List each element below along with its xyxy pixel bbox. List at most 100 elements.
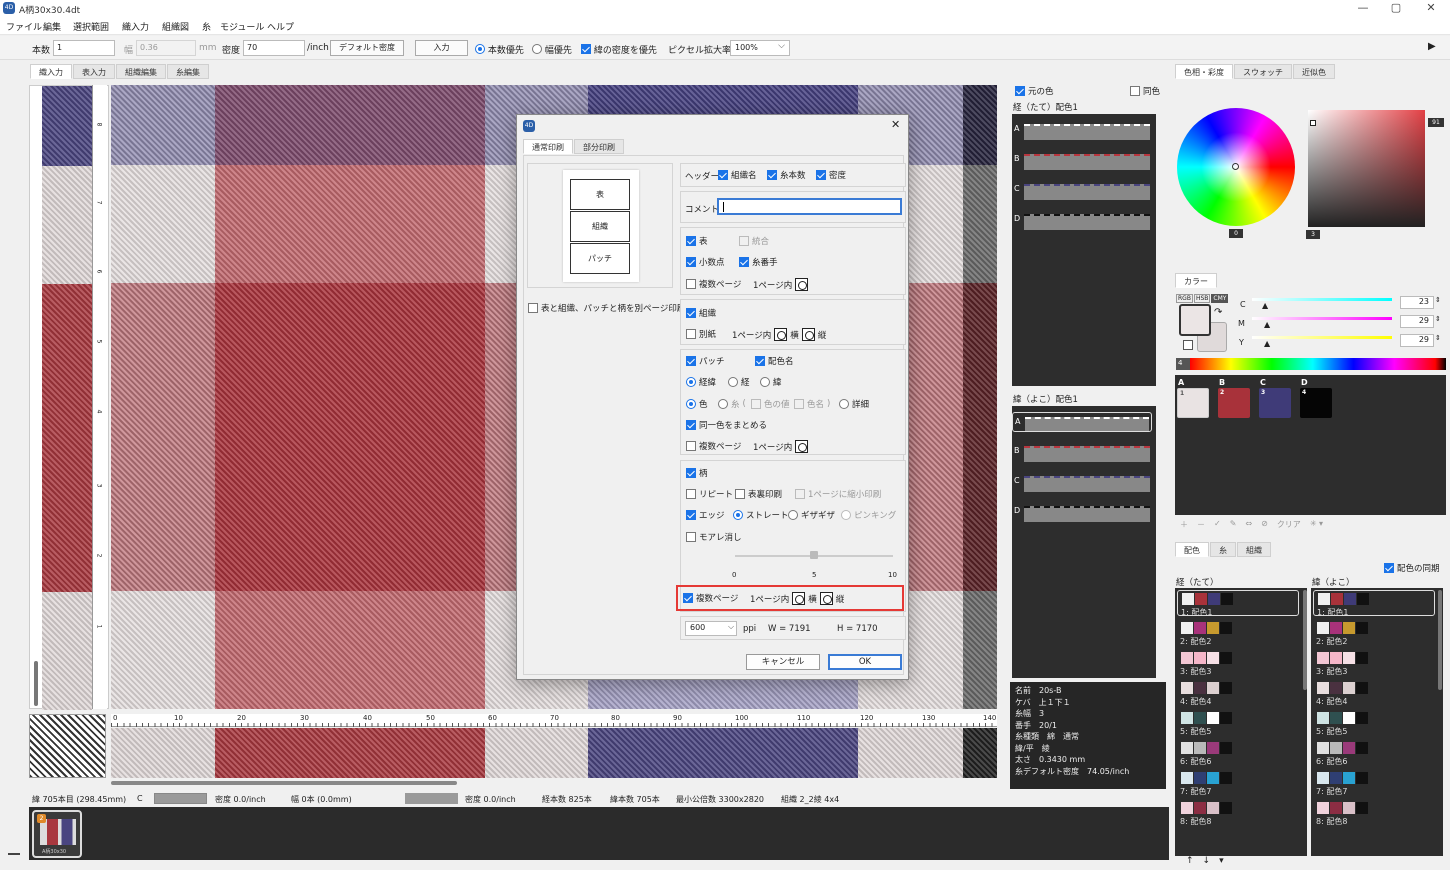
add-icon[interactable]: ＋	[1180, 519, 1188, 530]
original-color-checkbox[interactable]: 元の色	[1015, 85, 1054, 97]
swatch-d[interactable]: 4	[1300, 388, 1332, 418]
slider-c-track[interactable]	[1252, 298, 1392, 301]
weft-palette-row[interactable]: 6: 配色6	[1313, 740, 1435, 766]
tab-yarn[interactable]: 糸	[1210, 542, 1236, 557]
move-up-icon[interactable]: ↑	[1186, 856, 1194, 866]
slider-c-thumb-icon[interactable]: ▲	[1262, 301, 1268, 310]
warp-weft-radio[interactable]: 経緯	[686, 376, 716, 388]
weft-palette-row[interactable]: 5: 配色5	[1313, 710, 1435, 736]
slider-c-spin-icon[interactable]: ⇕	[1435, 296, 1441, 304]
menu-weave-input[interactable]: 織入力	[122, 20, 149, 33]
weave-v-count-icon[interactable]	[801, 328, 815, 341]
pattern-multipage-checkbox[interactable]: 複数ページ	[683, 592, 738, 604]
weft-palette-row[interactable]: 7: 配色7	[1313, 770, 1435, 796]
yarn-radio[interactable]: 糸(	[718, 398, 746, 410]
warp-palette-row[interactable]: 1: 配色1	[1177, 590, 1299, 617]
tab-normal-print[interactable]: 通常印刷	[523, 139, 573, 154]
weft-palette-scrollbar[interactable]	[1438, 590, 1442, 690]
input-button[interactable]: 入力	[415, 40, 468, 56]
document-thumbnail[interactable]: 2 A柄30x30	[32, 810, 82, 858]
group-same-color-checkbox[interactable]: 同一色をまとめる	[686, 419, 767, 431]
weave-checkbox[interactable]: 組織	[686, 307, 716, 319]
yarn-row-c[interactable]: C	[1012, 180, 1152, 200]
density-input[interactable]: 70	[243, 40, 305, 56]
hue-wheel[interactable]	[1177, 108, 1295, 226]
warp-yarn-list[interactable]: A B C D	[1012, 114, 1156, 386]
warp-palette-row[interactable]: 5: 配色5	[1177, 710, 1299, 736]
pattern-checkbox[interactable]: 柄	[686, 467, 708, 479]
pattern-h-count-icon[interactable]	[792, 592, 806, 605]
warp-palette-scrollbar[interactable]	[1303, 590, 1307, 690]
close-window-button[interactable]: ✕	[1423, 1, 1439, 14]
swatch-c[interactable]: 3	[1259, 388, 1291, 418]
warp-palette-row[interactable]: 3: 配色3	[1177, 650, 1299, 676]
yarn-row-a[interactable]: A	[1012, 120, 1152, 140]
ppi-dropdown-icon[interactable]: ⌵	[728, 622, 734, 632]
count-priority-radio[interactable]: 本数優先	[475, 43, 524, 56]
scroll-thumb[interactable]	[111, 781, 457, 785]
sv-picker[interactable]	[1310, 120, 1316, 126]
header-yarn-count-checkbox[interactable]: 糸本数	[767, 169, 806, 181]
slider-m-thumb-icon[interactable]: ▲	[1264, 320, 1270, 329]
warp-palette-row[interactable]: 6: 配色6	[1177, 740, 1299, 766]
color-ramp[interactable]	[1176, 358, 1446, 370]
weave-corner-preview[interactable]	[29, 714, 106, 778]
slider-y-spin-icon[interactable]: ⇕	[1435, 334, 1441, 342]
slider-m-value[interactable]: 29	[1400, 315, 1434, 328]
pixel-zoom-select[interactable]: 100%	[730, 40, 790, 56]
menu-help[interactable]: ヘルプ	[267, 20, 294, 33]
menu-yarn[interactable]: 糸	[202, 20, 211, 33]
weft-palette-row[interactable]: 1: 配色1	[1313, 590, 1435, 617]
tab-color[interactable]: カラー	[1175, 273, 1217, 288]
edge-checkbox[interactable]: エッジ	[686, 509, 725, 521]
yarn-row-b[interactable]: B	[1012, 442, 1152, 462]
detail-radio[interactable]: 詳細	[839, 398, 869, 410]
no-icon[interactable]: ⊘	[1261, 519, 1268, 530]
mode-cmy[interactable]: CMY	[1211, 294, 1229, 303]
tab-weave-edit[interactable]: 組織編集	[116, 64, 166, 79]
repeat-checkbox[interactable]: リピート	[686, 488, 733, 500]
warp-palette-row[interactable]: 2: 配色2	[1177, 620, 1299, 646]
cancel-button[interactable]: キャンセル	[746, 654, 820, 670]
ok-button[interactable]: OK	[828, 654, 902, 670]
decimal-checkbox[interactable]: 小数点	[686, 256, 725, 268]
tab-swatches[interactable]: スウォッチ	[1234, 64, 1292, 79]
weft-yarn-list[interactable]: A B C D	[1012, 406, 1156, 678]
color-name-checkbox[interactable]: 配色名	[755, 355, 794, 367]
menu-file[interactable]: ファイル	[6, 20, 42, 33]
yarn-row-b[interactable]: B	[1012, 150, 1152, 170]
weft-palette-row[interactable]: 4: 配色4	[1313, 680, 1435, 706]
table-perpage-count-icon[interactable]	[795, 278, 809, 291]
swatch-b[interactable]: 2	[1218, 388, 1250, 418]
swap-icon[interactable]: ⇔	[1245, 519, 1252, 530]
warp-palette-row[interactable]: 8: 配色8	[1177, 800, 1299, 826]
table-checkbox[interactable]: 表	[686, 235, 708, 247]
comment-input[interactable]	[717, 198, 902, 215]
horizontal-scrollbar[interactable]	[111, 779, 997, 787]
default-density-button[interactable]: デフォルト密度	[330, 40, 404, 56]
tab-hue-saturation[interactable]: 色相・彩度	[1175, 64, 1233, 79]
menu-dropdown-icon[interactable]: ▾	[1219, 856, 1224, 866]
remove-icon[interactable]: －	[1197, 519, 1205, 530]
slider-m-track[interactable]	[1252, 317, 1392, 320]
warp-palette-row[interactable]: 4: 配色4	[1177, 680, 1299, 706]
slider-c-value[interactable]: 23	[1400, 296, 1434, 309]
moire-checkbox[interactable]: モアレ消し	[686, 531, 742, 543]
warp-palette-list[interactable]: 1: 配色1 2: 配色2 3: 配色3 4: 配色4 5: 配色5 6: 配色6 7: 配…	[1175, 588, 1307, 856]
menu-module[interactable]: モジュール	[220, 20, 264, 33]
menu-weave-chart[interactable]: 組織図	[162, 20, 189, 33]
sync-palette-checkbox[interactable]: 配色の同期	[1384, 562, 1440, 574]
tab-weave[interactable]: 組織	[1237, 542, 1271, 557]
tab-weave-input[interactable]: 織入力	[30, 64, 72, 79]
yarn-number-checkbox[interactable]: 糸番手	[739, 256, 778, 268]
menu-selection[interactable]: 選択範囲	[73, 20, 109, 33]
move-down-icon[interactable]: ↓	[1203, 856, 1211, 866]
header-density-checkbox[interactable]: 密度	[816, 169, 846, 181]
separate-pages-checkbox[interactable]: 表と組織、パッチと柄を別ページ印刷	[528, 302, 685, 314]
slider-y-thumb-icon[interactable]: ▲	[1264, 339, 1270, 348]
yarn-row-d[interactable]: D	[1012, 210, 1152, 230]
pencil-icon[interactable]: ✎	[1230, 519, 1237, 530]
warp-palette-row[interactable]: 7: 配色7	[1177, 770, 1299, 796]
straight-radio[interactable]: ストレート	[733, 509, 789, 521]
warp-stripe-track[interactable]	[111, 728, 997, 778]
